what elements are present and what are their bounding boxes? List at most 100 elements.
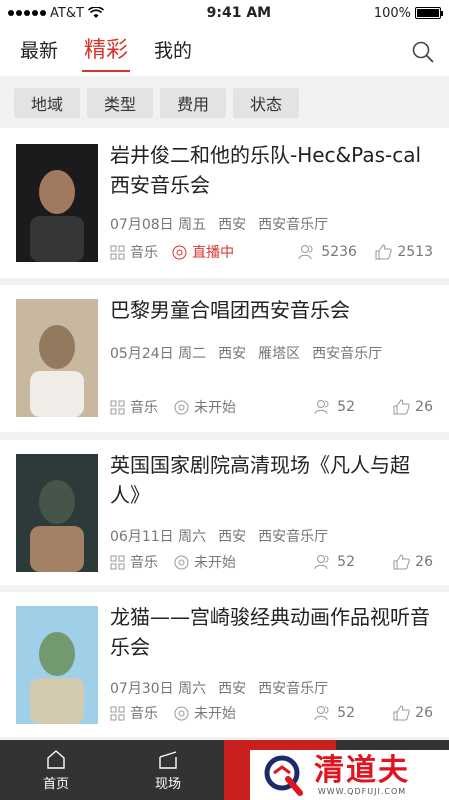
search-icon[interactable] — [411, 40, 435, 64]
battery-icon — [414, 7, 443, 19]
event-thumbnail[interactable] — [16, 144, 98, 262]
event-thumbnail[interactable] — [16, 606, 98, 724]
event-like-count: 26 — [415, 554, 433, 570]
thumbs-up-icon — [393, 705, 410, 721]
event-card[interactable]: 巴黎男童合唱团西安音乐会 05月24日 周二 西安 雁塔区 西安音乐厅 音乐 未… — [0, 285, 449, 432]
filter-fee[interactable]: 费用 — [160, 88, 226, 118]
event-like-count: 2513 — [397, 244, 433, 260]
event-title[interactable]: 英国国家剧院高清现场《凡人与超人》 — [110, 450, 433, 510]
category-grid-icon — [110, 400, 125, 414]
qdfuji-logo-icon — [264, 755, 303, 796]
filter-type[interactable]: 类型 — [87, 88, 153, 118]
thumbs-up-icon — [375, 244, 393, 260]
filter-status[interactable]: 状态 — [233, 88, 299, 118]
event-title[interactable]: 岩井俊二和他的乐队-Hec&Pas-cal西安音乐会 — [110, 140, 433, 200]
event-venue: 西安音乐厅 — [258, 681, 329, 697]
like-button[interactable]: 2513 — [369, 244, 433, 260]
event-date: 07月30日 周六 — [110, 681, 207, 697]
status-bar: AT&T 9:41 AM 100% — [0, 0, 449, 26]
event-viewers: 5236 — [298, 244, 357, 260]
event-venue: 西安音乐厅 — [312, 346, 383, 362]
event-city: 西安 — [218, 346, 247, 362]
thumbs-up-icon — [393, 399, 410, 415]
event-poster-image — [16, 454, 98, 572]
event-category-label: 音乐 — [130, 555, 158, 571]
thumbs-up-icon — [393, 554, 410, 570]
event-thumbnail[interactable] — [16, 454, 98, 572]
tab-mine[interactable]: 我的 — [154, 26, 192, 76]
event-footer: 音乐 直播中 5236 2513 — [110, 242, 433, 262]
category-grid-icon — [110, 706, 125, 720]
filter-bar: 地域 类型 费用 状态 — [0, 76, 449, 130]
top-nav: 最新 精彩 我的 — [0, 26, 449, 76]
event-category: 音乐 — [110, 242, 172, 262]
event-poster-image — [16, 144, 98, 262]
event-status-label: 直播中 — [192, 245, 235, 261]
event-meta: 05月24日 周二 西安 雁塔区 西安音乐厅 — [110, 343, 382, 363]
like-button[interactable]: 26 — [367, 705, 433, 721]
event-like-count: 26 — [415, 399, 433, 415]
category-grid-icon — [110, 245, 125, 259]
event-viewer-count: 5236 — [321, 244, 357, 260]
event-footer: 音乐 未开始 52 26 — [110, 703, 433, 723]
event-date: 06月11日 周六 — [110, 529, 207, 545]
event-footer: 音乐 未开始 52 26 — [110, 397, 433, 417]
filter-region[interactable]: 地域 — [14, 88, 80, 118]
bottom-tab-home-label: 首页 — [42, 776, 69, 792]
status-circle-icon — [174, 706, 189, 720]
watermark: 清道夫 WWW.QDFUJI.COM — [250, 750, 449, 800]
wifi-icon — [87, 7, 104, 18]
bottom-tab-home[interactable]: 首页 — [0, 740, 112, 800]
event-thumbnail[interactable] — [16, 299, 98, 417]
status-circle-icon — [174, 555, 189, 569]
watermark-subtitle: WWW.QDFUJI.COM — [317, 786, 407, 796]
event-status-label: 未开始 — [194, 400, 236, 416]
status-circle-icon — [172, 245, 187, 259]
event-title[interactable]: 巴黎男童合唱团西安音乐会 — [110, 295, 433, 325]
event-viewers: 52 — [314, 705, 355, 721]
like-button[interactable]: 26 — [367, 554, 433, 570]
event-district: 雁塔区 — [258, 346, 301, 362]
event-card[interactable]: 英国国家剧院高清现场《凡人与超人》 06月11日 周六 西安 西安音乐厅 音乐 … — [0, 440, 449, 585]
tab-featured[interactable]: 精彩 — [82, 26, 131, 76]
signal-icon — [8, 10, 46, 16]
event-category-label: 音乐 — [130, 706, 158, 722]
users-icon — [314, 400, 329, 415]
category-grid-icon — [110, 555, 125, 569]
event-like-count: 26 — [415, 705, 433, 721]
bottom-tab-live[interactable]: 现场 — [112, 740, 224, 800]
event-meta: 06月11日 周六 西安 西安音乐厅 — [110, 526, 328, 546]
event-card[interactable]: 龙猫——宫崎骏经典动画作品视听音乐会 07月30日 周六 西安 西安音乐厅 音乐… — [0, 592, 449, 737]
event-card[interactable]: 岩井俊二和他的乐队-Hec&Pas-cal西安音乐会 07月08日 周五 西安 … — [0, 128, 449, 278]
event-category-label: 音乐 — [130, 245, 158, 261]
tab-latest[interactable]: 最新 — [20, 26, 58, 76]
users-icon — [314, 555, 329, 570]
users-icon — [298, 245, 313, 260]
event-meta: 07月08日 周五 西安 西安音乐厅 — [110, 214, 328, 234]
status-circle-icon — [174, 400, 189, 414]
event-poster-image — [16, 299, 98, 417]
like-button[interactable]: 26 — [367, 399, 433, 415]
event-title[interactable]: 龙猫——宫崎骏经典动画作品视听音乐会 — [110, 602, 433, 662]
event-poster-image — [16, 606, 98, 724]
event-status: 未开始 — [174, 703, 304, 723]
event-status: 直播中 — [172, 242, 298, 262]
event-venue: 西安音乐厅 — [258, 217, 329, 233]
watermark-text: 清道夫 WWW.QDFUJI.COM — [314, 752, 410, 796]
status-left: AT&T — [8, 6, 104, 21]
bottom-tab-live-label: 现场 — [154, 776, 181, 792]
event-status-label: 未开始 — [194, 555, 236, 571]
event-status-label: 未开始 — [194, 706, 236, 722]
event-category: 音乐 — [110, 703, 174, 723]
event-status: 未开始 — [174, 397, 304, 417]
event-venue: 西安音乐厅 — [258, 529, 329, 545]
event-city: 西安 — [218, 529, 247, 545]
battery-percent: 100% — [373, 5, 411, 21]
carrier-label: AT&T — [50, 5, 84, 21]
event-date: 07月08日 周五 — [110, 217, 207, 233]
event-footer: 音乐 未开始 52 26 — [110, 552, 433, 572]
watermark-title: 清道夫 — [314, 752, 410, 788]
status-time: 9:41 AM — [206, 5, 272, 21]
event-viewers: 52 — [314, 399, 355, 415]
users-icon — [314, 706, 329, 721]
